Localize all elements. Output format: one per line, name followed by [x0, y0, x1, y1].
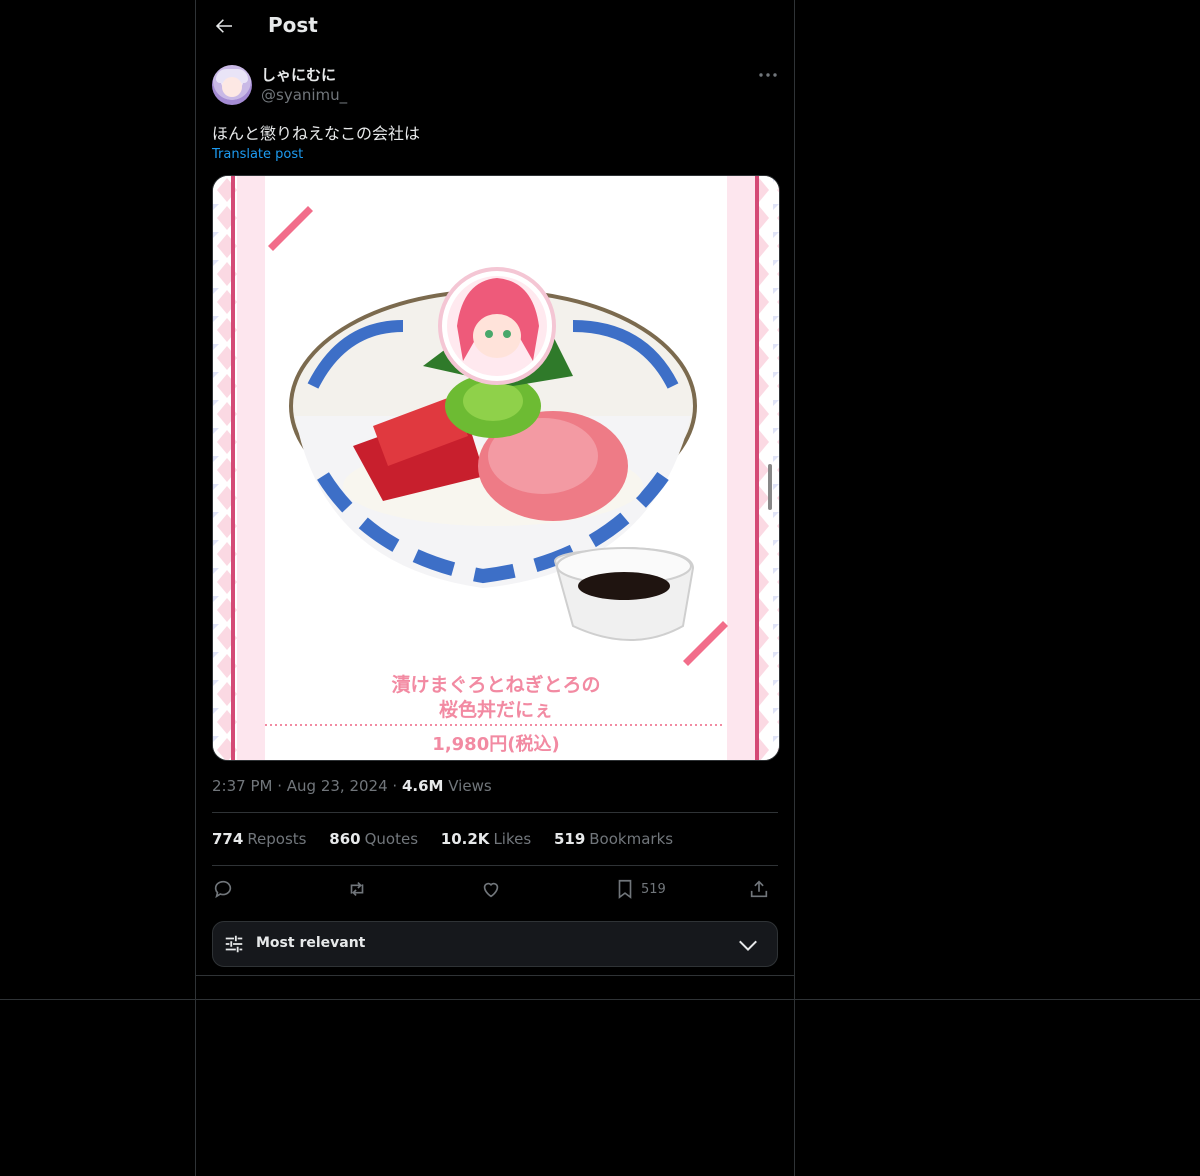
bookmark-count: 519 [641, 881, 666, 897]
bookmarks-stat[interactable]: 519 Bookmarks [554, 830, 673, 848]
views-count: 4.6M [401, 777, 444, 795]
food-photo: 漬けまぐろとねぎとろの 桜色丼だにぇ 1,980円(税込) [213, 176, 779, 760]
bookmark-icon [618, 879, 632, 899]
translate-post-link[interactable]: Translate post [212, 147, 303, 162]
sort-replies-dropdown[interactable]: Most relevant [212, 921, 778, 967]
image-price: 1,980円(税込) [432, 733, 559, 755]
reposts-stat[interactable]: 774 Reposts [212, 830, 307, 848]
repost-icon [350, 881, 364, 897]
post-text: ほんと懲りねえなこの会社は [212, 124, 421, 143]
quotes-stat[interactable]: 860 Quotes [329, 830, 418, 848]
likes-stat[interactable]: 10.2K Likes [441, 830, 531, 848]
divider [212, 812, 778, 813]
share-button[interactable] [748, 877, 770, 901]
like-button[interactable] [480, 877, 502, 901]
filter-sliders-icon [225, 935, 243, 953]
views-label: Views [448, 777, 492, 795]
post-image[interactable]: 漬けまぐろとねぎとろの 桜色丼だにぇ 1,980円(税込) [212, 175, 780, 761]
divider [212, 865, 778, 866]
divider [0, 999, 1200, 1000]
reply-button[interactable] [212, 877, 234, 901]
sort-label: Most relevant [256, 935, 366, 951]
post-meta: 2:37 PM · Aug 23, 2024 · 4.6M Views [212, 777, 492, 795]
like-icon [483, 882, 499, 898]
more-options-icon[interactable] [756, 66, 780, 84]
post-time[interactable]: 2:37 PM [212, 777, 272, 795]
chevron-down-icon [739, 940, 757, 952]
avatar[interactable] [212, 65, 252, 105]
image-caption-line2: 桜色丼だにぇ [439, 698, 553, 721]
post-stats: 774 Reposts 860 Quotes 10.2K Likes 519 Bookm… [212, 830, 691, 848]
divider [195, 975, 795, 976]
post-date[interactable]: Aug 23, 2024 [287, 777, 388, 795]
top-bar: Post [196, 0, 794, 53]
page-title: Post [268, 13, 318, 37]
reply-icon [214, 880, 232, 899]
action-bar: 519 [212, 877, 778, 901]
repost-button[interactable] [346, 877, 368, 901]
back-arrow-icon[interactable] [212, 14, 236, 38]
image-caption-line1: 漬けまぐろとねぎとろの [391, 673, 600, 696]
author-handle[interactable]: @syanimu_ [261, 86, 347, 104]
share-icon [750, 880, 768, 898]
author-name[interactable]: しゃにむに [261, 64, 336, 85]
bookmark-button[interactable]: 519 [614, 877, 666, 901]
